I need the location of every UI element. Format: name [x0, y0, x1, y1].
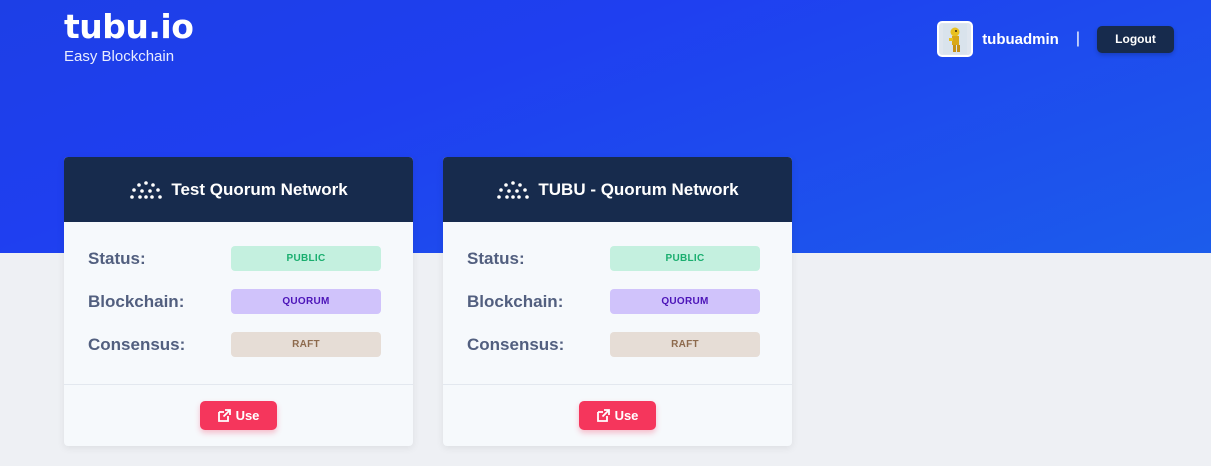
blockchain-row: Blockchain: QUORUM: [88, 289, 381, 314]
status-badge: PUBLIC: [231, 246, 381, 271]
consensus-badge: RAFT: [231, 332, 381, 357]
consensus-row: Consensus: RAFT: [467, 332, 760, 357]
logout-button[interactable]: Logout: [1097, 25, 1174, 53]
blockchain-row: Blockchain: QUORUM: [467, 289, 760, 314]
blockchain-badge: QUORUM: [610, 289, 760, 314]
use-button[interactable]: Use: [579, 401, 656, 430]
logo[interactable]: tubu.io: [64, 10, 194, 44]
tagline: Easy Blockchain: [64, 48, 175, 65]
use-button-label: Use: [235, 408, 260, 423]
consensus-badge: RAFT: [610, 332, 760, 357]
card-footer: Use: [64, 384, 413, 446]
status-row: Status: PUBLIC: [88, 246, 381, 271]
user-avatar-icon[interactable]: [937, 21, 974, 57]
card-footer: Use: [443, 384, 792, 446]
separator: |: [1075, 30, 1080, 47]
use-button[interactable]: Use: [200, 401, 277, 430]
row-label: Blockchain:: [467, 291, 564, 311]
network-card: TUBU - Quorum Network Status: PUBLIC Blo…: [443, 157, 792, 446]
network-dots-icon: [130, 180, 163, 199]
row-label: Consensus:: [467, 334, 565, 354]
card-title: TUBU - Quorum Network: [538, 179, 739, 199]
user-menu: tubuadmin | Logout: [937, 21, 1174, 57]
blockchain-badge: QUORUM: [231, 289, 381, 314]
status-row: Status: PUBLIC: [467, 246, 760, 271]
brand: tubu.io Easy Blockchain: [64, 10, 194, 66]
network-dots-icon: [497, 180, 530, 199]
consensus-row: Consensus: RAFT: [88, 332, 381, 357]
row-label: Status:: [467, 248, 525, 268]
network-card: Test Quorum Network Status: PUBLIC Block…: [64, 157, 413, 446]
card-header: Test Quorum Network: [64, 157, 413, 222]
external-link-icon: [217, 409, 231, 422]
use-button-label: Use: [614, 408, 639, 423]
card-header: TUBU - Quorum Network: [443, 157, 792, 222]
card-title: Test Quorum Network: [171, 179, 348, 199]
row-label: Blockchain:: [88, 291, 185, 311]
row-label: Status:: [88, 248, 146, 268]
status-badge: PUBLIC: [610, 246, 760, 271]
username[interactable]: tubuadmin: [982, 31, 1059, 48]
external-link-icon: [596, 409, 610, 422]
row-label: Consensus:: [88, 334, 186, 354]
